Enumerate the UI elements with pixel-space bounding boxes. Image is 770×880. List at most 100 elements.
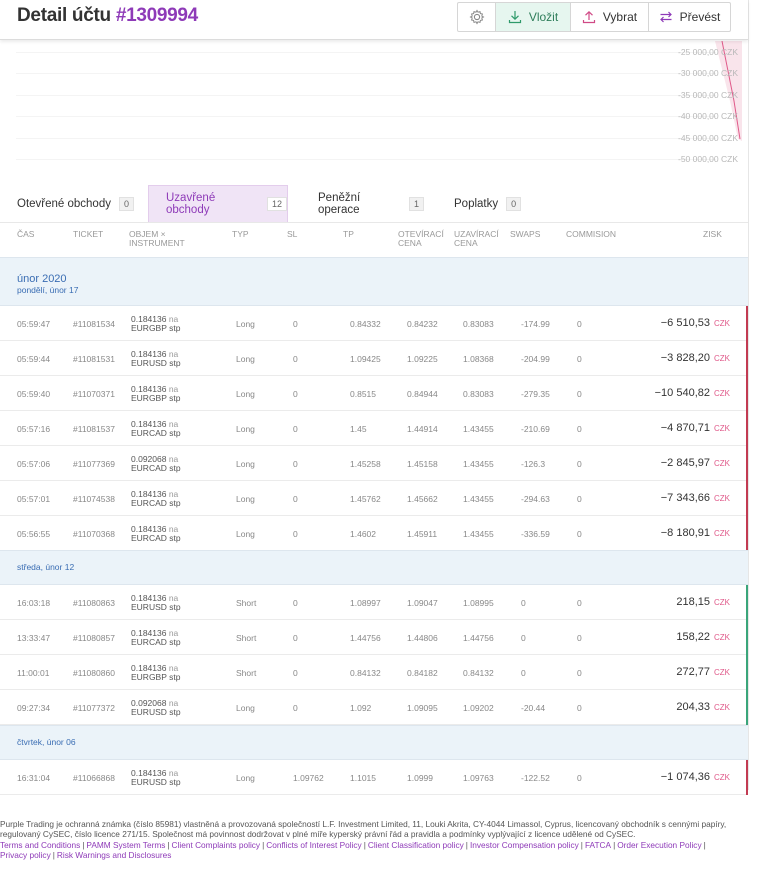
cell-instrument: EURUSD [131,358,167,368]
profit-value: −1 074,36 [660,771,710,783]
cell-volume-instrument: 0.092068 na EURCAD stp [131,455,181,473]
settings-button[interactable] [458,3,495,31]
cell-close-price: 1.43455 [463,459,494,469]
col-close-price[interactable]: UZAVÍRACÍ CENA [454,230,499,248]
transfer-button[interactable]: Převést [648,3,730,31]
group-day: pondělí, únor 17 [17,285,79,295]
cell-time: 09:27:34 [17,703,51,713]
table-row[interactable]: 09:27:34 #11077372 0.092068 na EURUSD stp Lo… [0,690,748,725]
profit-value: −2 845,97 [660,457,710,469]
link-separator: | [52,849,55,860]
col-swaps[interactable]: SWAPS [510,230,540,239]
tab-label: Uzavřené obchody [166,192,216,216]
cell-ticket: #11070368 [73,529,115,539]
tab-label: Peněžní operace [318,191,361,216]
footer-link[interactable]: Investor Compensation policy [470,840,579,850]
y-tick: -40 000,00 CZK [677,111,738,121]
footer-link[interactable]: PAMM System Terms [86,840,165,850]
profit-value: 204,33 [676,701,710,713]
table-row[interactable]: 05:59:40 #11070371 0.184136 na EURGBP stp Lo… [0,376,748,411]
deposit-button[interactable]: Vložit [495,3,570,31]
table-row[interactable]: 05:56:55 #11070368 0.184136 na EURCAD stp Lo… [0,516,748,551]
cell-stp: stp [169,672,181,682]
cell-sl: 0 [293,633,298,643]
cell-commission: 0 [577,529,582,539]
cell-ticket: #11081531 [73,354,115,364]
cell-type: Long [236,773,255,783]
cell-sl: 0 [293,494,298,504]
col-profit[interactable]: ZISK [703,230,722,239]
cell-ticket: #11081534 [73,319,115,329]
footer-link[interactable]: Privacy policy [0,850,51,860]
cell-tp: 0.8515 [350,389,376,399]
right-divider [748,0,749,790]
tab-money-operations[interactable]: Peněžní operace 1 [288,185,424,222]
footer-link[interactable]: Risk Warnings and Disclosures [57,850,172,860]
col-tp[interactable]: TP [343,230,354,239]
cell-type: Long [236,424,255,434]
col-volume[interactable]: OBJEM × INSTRUMENT [129,230,185,248]
table-row[interactable]: 05:57:16 #11081537 0.184136 na EURCAD stp Lo… [0,411,748,446]
cell-stp: stp [169,323,181,333]
group-day: čtvrtek, únor 06 [17,737,76,747]
cell-swaps: 0 [521,668,526,678]
cell-open-price: 1.0999 [407,773,433,783]
cell-time: 05:56:55 [17,529,51,539]
chart-series [715,41,742,141]
footer-link[interactable]: Order Execution Policy [617,840,701,850]
tab-fees[interactable]: Poplatky 0 [424,185,534,222]
withdraw-button[interactable]: Vybrat [570,3,648,31]
table-row[interactable]: 05:57:01 #11074538 0.184136 na EURCAD stp Lo… [0,481,748,516]
page-title-prefix: Detail účtu [17,5,116,26]
cell-type: Long [236,459,255,469]
profit-currency: CZK [714,598,730,607]
date-group-header: únor 2020 pondělí, únor 17 [0,257,748,306]
cell-tp: 1.1015 [350,773,376,783]
tab-count-badge: 0 [506,196,522,211]
tab-label: Otevřené obchody [17,197,111,210]
cell-volume-instrument: 0.184136 na EURUSD stp [131,594,181,612]
col-type[interactable]: TYP [232,230,249,239]
table-row[interactable]: 05:59:47 #11081534 0.184136 na EURGBP stp Lo… [0,306,748,341]
footer-link[interactable]: Client Complaints policy [172,840,261,850]
col-commission[interactable]: COMMISION [566,230,616,239]
cell-stp: stp [169,777,181,787]
profit-value: −7 343,66 [660,492,710,504]
profit-value: −8 180,91 [660,527,710,539]
cell-volume-instrument: 0.184136 na EURCAD stp [131,629,181,647]
cell-stp: stp [169,602,181,612]
cell-type: Short [236,633,257,643]
col-time[interactable]: ČAS [17,230,34,239]
profit-currency: CZK [714,773,730,782]
col-open-price[interactable]: OTEVÍRACÍ CENA [398,230,444,248]
cell-ticket: #11080863 [73,598,115,608]
footer-link[interactable]: FATCA [585,840,611,850]
download-icon [508,11,521,24]
cell-profit: −3 828,20 CZK [661,352,730,364]
table-row[interactable]: 16:03:18 #11080863 0.184136 na EURUSD stp Sh… [0,585,748,620]
footer-link[interactable]: Conflicts of Interest Policy [266,840,361,850]
table-row[interactable]: 11:00:01 #11080860 0.184136 na EURGBP stp Sh… [0,655,748,690]
table-row[interactable]: 05:57:06 #11077369 0.092068 na EURCAD stp Lo… [0,446,748,481]
link-separator: | [580,840,583,850]
cell-tp: 1.4602 [350,529,376,539]
cell-sl: 0 [293,424,298,434]
col-sl[interactable]: SL [287,230,297,239]
col-ticket[interactable]: TICKET [73,230,103,239]
table-row[interactable]: 05:59:44 #11081531 0.184136 na EURUSD stp Lo… [0,341,748,376]
table-row[interactable]: 13:33:47 #11080857 0.184136 na EURCAD stp Sh… [0,620,748,655]
footer-link[interactable]: Client Classification policy [368,840,464,850]
cell-ticket: #11080857 [73,633,115,643]
cell-sl: 0 [293,354,298,364]
link-separator: | [703,840,706,850]
cell-time: 05:59:47 [17,319,51,329]
cell-commission: 0 [577,389,582,399]
tab-closed-trades[interactable]: Uzavřené obchody 12 [148,185,288,222]
cell-profit: 218,15 CZK [676,596,730,608]
footer-link[interactable]: Terms and Conditions [0,840,80,850]
link-separator: | [613,840,616,850]
tab-open-trades[interactable]: Otevřené obchody 0 [0,185,148,222]
cell-commission: 0 [577,424,582,434]
table-row[interactable]: 16:31:04 #11066868 0.184136 na EURUSD stp Lo… [0,760,748,795]
page-header: Detail účtu #1309994 Vložit Vybrat Převé… [0,0,748,40]
